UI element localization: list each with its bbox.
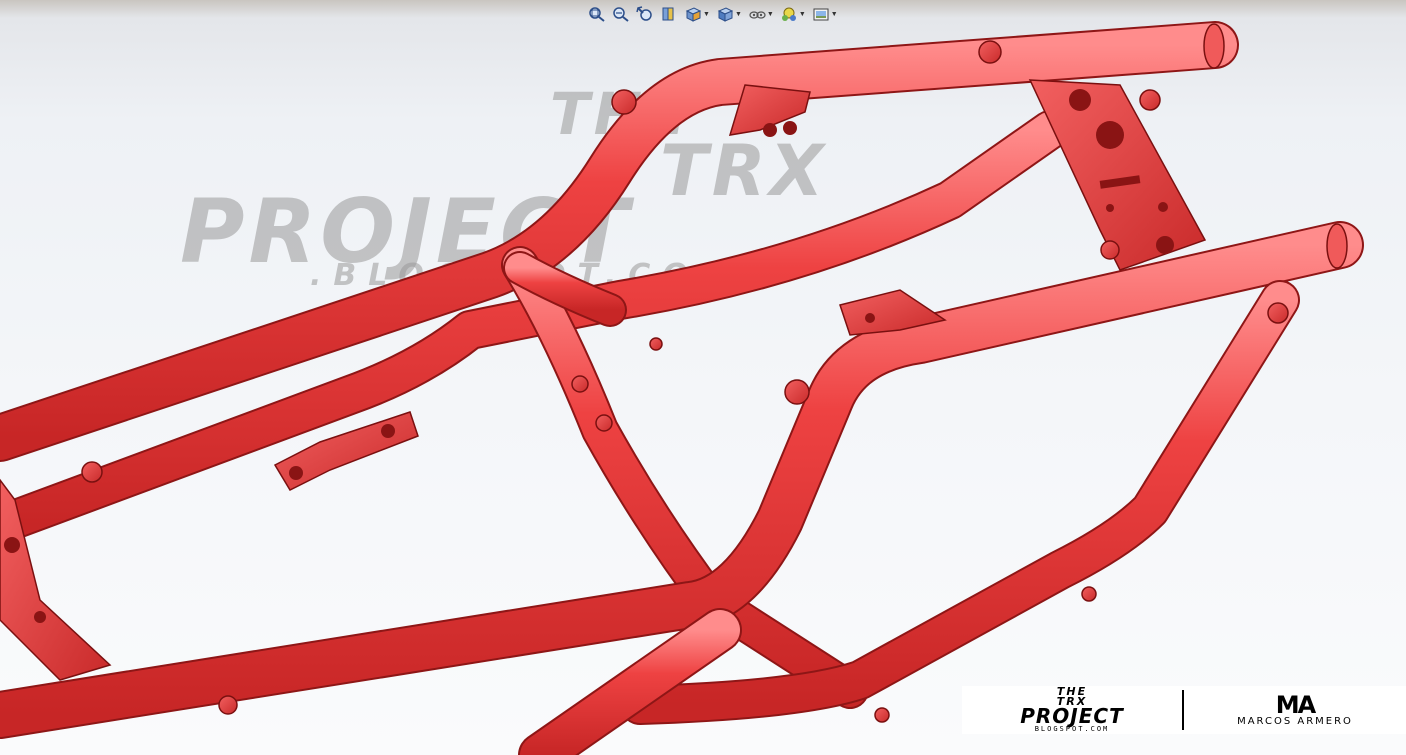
edit-appearance-button[interactable]: ▼	[778, 4, 808, 24]
previous-view-icon	[636, 6, 652, 21]
apply-scene-icon	[813, 8, 829, 21]
logo-project-text: PROJECT	[1020, 704, 1124, 728]
rear-upper-rail[interactable]	[0, 21, 1239, 462]
view-orientation-button[interactable]: ▼	[682, 4, 712, 24]
tube-end-cap	[1203, 23, 1225, 69]
upper-bracket[interactable]	[728, 84, 811, 137]
previous-view-button[interactable]	[634, 4, 656, 24]
view-orientation-icon	[685, 7, 702, 22]
section-view-button[interactable]	[658, 4, 680, 24]
edit-appearance-icon	[781, 7, 796, 21]
heads-up-view-toolbar: ▼ ▼ ▼ ▼ ▼	[586, 3, 840, 25]
atv-frame-model[interactable]	[0, 0, 1406, 755]
section-view-icon	[662, 7, 674, 21]
cad-viewport[interactable]: THE TRX PROJECT .BLOGSPOT.COM	[0, 0, 1406, 755]
trx-project-logo: THE TRX PROJECT BLOGSPOT.COM	[962, 686, 1182, 733]
zoom-to-area-icon	[613, 7, 629, 22]
marcos-armero-logo: MA MARCOS ARMERO	[1184, 690, 1406, 727]
zoom-to-fit-button[interactable]	[586, 4, 608, 24]
hide-show-items-button[interactable]: ▼	[746, 4, 776, 24]
rear-mounting-plate[interactable]	[1028, 79, 1207, 271]
branding-logo-panel: THE TRX PROJECT BLOGSPOT.COM MA MARCOS A…	[962, 686, 1406, 734]
chevron-down-icon: ▼	[703, 10, 710, 18]
display-style-button[interactable]: ▼	[714, 4, 744, 24]
chevron-down-icon: ▼	[798, 10, 806, 18]
logo-blogspot-text: BLOGSPOT.COM	[1034, 725, 1110, 733]
display-style-icon	[717, 7, 734, 22]
chevron-down-icon: ▼	[766, 10, 774, 18]
zoom-to-fit-icon	[589, 7, 605, 22]
chevron-down-icon: ▼	[830, 10, 838, 18]
zoom-to-area-button[interactable]	[610, 4, 632, 24]
logo-mark-text: MA	[1275, 690, 1316, 719]
hide-show-items-icon	[749, 11, 766, 19]
logo-name-text: MARCOS ARMERO	[1237, 715, 1353, 727]
tube-end-cap	[1326, 223, 1348, 269]
chevron-down-icon: ▼	[734, 10, 742, 18]
apply-scene-button[interactable]: ▼	[810, 4, 840, 24]
